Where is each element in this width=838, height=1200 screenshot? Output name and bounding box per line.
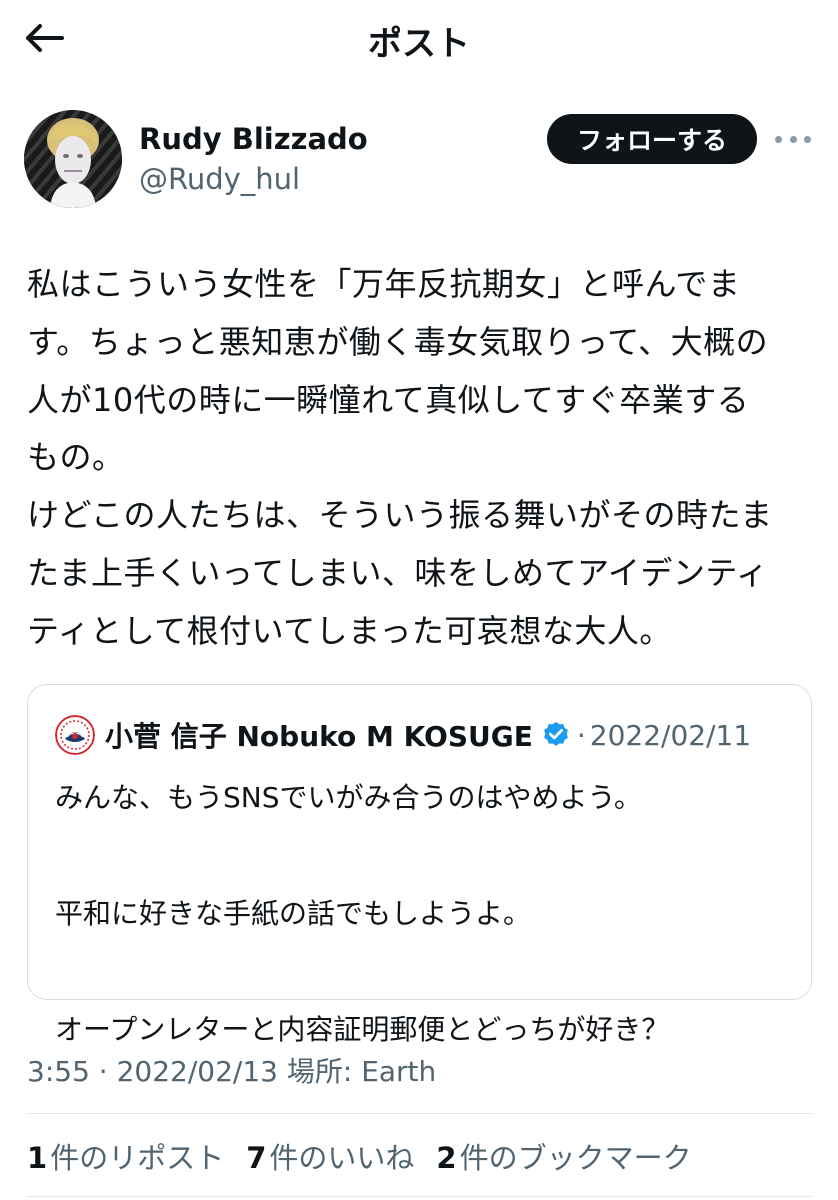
bookmarks-label: 件のブックマーク — [459, 1141, 692, 1175]
post-timestamp-location: 3:55 · 2022/02/13 場所: Earth — [27, 1055, 437, 1088]
more-horizontal-icon — [804, 135, 811, 143]
author-avatar[interactable] — [24, 110, 122, 208]
author-handle[interactable]: @Rudy_hul — [139, 162, 300, 196]
divider — [27, 1196, 812, 1197]
divider — [27, 1113, 812, 1114]
reposts-count: 1 — [27, 1141, 48, 1175]
quoted-post-header: 小菅 信子 Nobuko M KOSUGE · 2022/02/11 — [55, 715, 751, 755]
bookmarks-stat[interactable]: 2 件のブックマーク — [436, 1135, 691, 1177]
reposts-label: 件のリポスト — [50, 1141, 225, 1175]
verified-badge-icon — [544, 721, 568, 746]
quoted-post-date: 2022/02/11 — [589, 718, 752, 752]
more-options-button[interactable] — [775, 128, 811, 150]
avatar-image — [24, 110, 122, 208]
bookmarks-count: 2 — [436, 1141, 457, 1175]
quoted-author-avatar — [55, 715, 95, 755]
post-text: 私はこういう女性を「万年反抗期女」と呼んでま す。ちょっと悪知恵が働く毒女気取り… — [27, 265, 773, 650]
more-horizontal-icon — [789, 135, 797, 143]
quoted-post-text: みんな、もうSNSでいがみ合うのはやめよう。 平和に好きな手紙の話でもしようよ。… — [55, 781, 670, 1046]
more-horizontal-icon — [775, 135, 782, 143]
page-title: ポスト — [368, 24, 470, 64]
author-display-name[interactable]: Rudy Blizzado — [139, 122, 368, 156]
likes-stat[interactable]: 7 件のいいね — [246, 1135, 414, 1177]
likes-label: 件のいいね — [269, 1141, 415, 1175]
top-bar: ポスト — [0, 0, 838, 76]
engagement-stats: 1 件のリポスト 7 件のいいね 2 件のブックマーク — [27, 1135, 714, 1177]
quoted-avatar-image — [55, 715, 95, 755]
quoted-post[interactable]: 小菅 信子 Nobuko M KOSUGE · 2022/02/11 みんな、も… — [27, 684, 812, 1046]
quoted-author-name: 小菅 信子 Nobuko M KOSUGE — [105, 720, 533, 753]
post-author: Rudy Blizzado @Rudy_hul フォローする — [0, 100, 838, 210]
quoted-separator: · — [576, 718, 586, 752]
reposts-stat[interactable]: 1 件のリポスト — [27, 1135, 224, 1177]
follow-button[interactable]: フォローする — [547, 114, 757, 164]
likes-count: 7 — [246, 1141, 267, 1175]
